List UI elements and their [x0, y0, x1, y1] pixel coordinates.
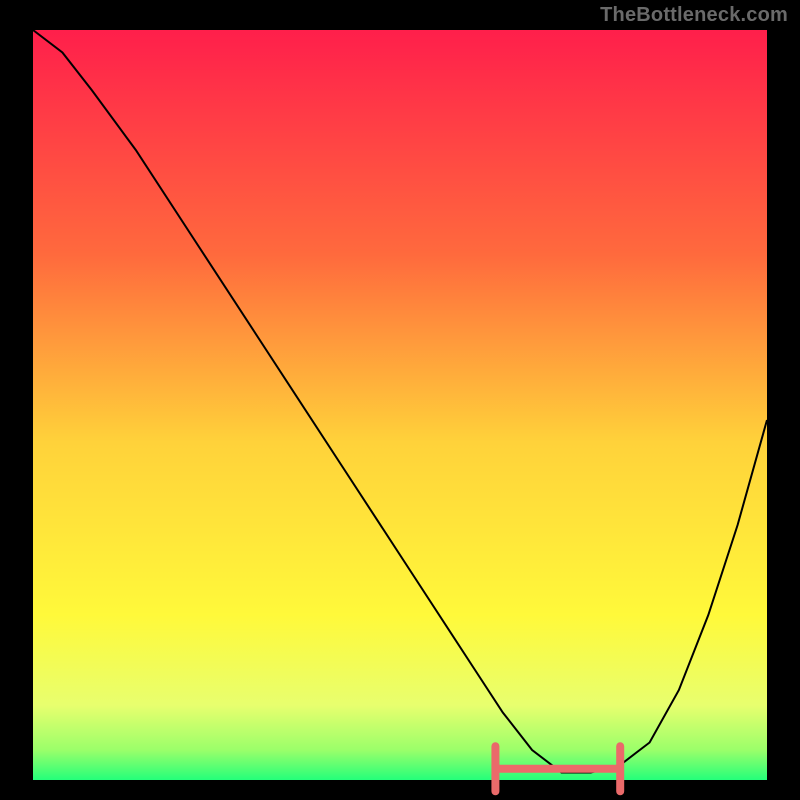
watermark-text: TheBottleneck.com — [600, 4, 788, 27]
plot-background — [33, 30, 767, 780]
chart-frame: TheBottleneck.com — [0, 0, 800, 800]
bottleneck-chart — [0, 0, 800, 800]
